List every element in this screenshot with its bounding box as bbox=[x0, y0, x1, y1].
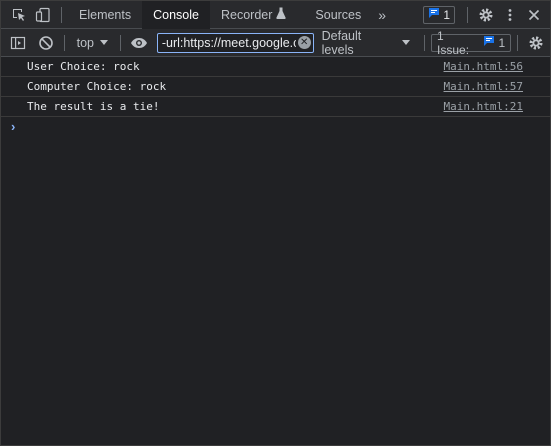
console-prompt[interactable]: › bbox=[11, 119, 15, 134]
chevron-down-icon bbox=[100, 40, 109, 45]
toolbar-divider bbox=[120, 34, 122, 51]
filter-input[interactable]: -url:https://meet.google.com ✕ bbox=[156, 32, 314, 53]
toolbar-divider bbox=[517, 34, 519, 51]
devtools-window: Elements Console Recorder Sources » 1 to… bbox=[0, 0, 551, 446]
tab-console-label: Console bbox=[153, 8, 199, 22]
devtools-tab-bar: Elements Console Recorder Sources » 1 bbox=[1, 0, 550, 30]
log-row: The result is a tie! Main.html:21 bbox=[1, 97, 550, 117]
context-label: top bbox=[76, 35, 95, 50]
flask-icon bbox=[276, 7, 287, 22]
log-source-link[interactable]: Main.html:21 bbox=[444, 100, 523, 113]
more-options-icon[interactable] bbox=[498, 1, 522, 29]
toolbar-divider bbox=[424, 34, 426, 51]
device-toolbar-icon[interactable] bbox=[31, 1, 55, 29]
toolbar-divider bbox=[61, 6, 62, 23]
tab-elements[interactable]: Elements bbox=[68, 1, 142, 29]
tab-recorder[interactable]: Recorder bbox=[210, 1, 297, 29]
tab-sources-label: Sources bbox=[315, 7, 362, 22]
message-icon bbox=[428, 7, 440, 22]
live-expression-eye-icon[interactable] bbox=[127, 29, 151, 57]
issues-button-label: 1 Issue: bbox=[437, 28, 470, 57]
log-row: Computer Choice: rock Main.html:57 bbox=[1, 77, 550, 97]
tab-elements-label: Elements bbox=[79, 7, 132, 22]
filter-input-value: -url:https://meet.google.com bbox=[161, 35, 296, 50]
clear-console-icon[interactable] bbox=[34, 29, 58, 57]
issues-badge-count: 1 bbox=[443, 7, 450, 22]
clear-filter-icon[interactable]: ✕ bbox=[297, 36, 311, 49]
console-log: User Choice: rock Main.html:56 Computer … bbox=[1, 57, 550, 117]
toolbar-divider bbox=[63, 34, 65, 51]
log-message: The result is a tie! bbox=[27, 100, 160, 113]
chevron-down-icon bbox=[402, 40, 411, 45]
issues-badge[interactable]: 1 bbox=[423, 5, 455, 24]
tab-recorder-label: Recorder bbox=[220, 7, 273, 22]
inspect-element-icon[interactable] bbox=[7, 1, 31, 29]
log-row: User Choice: rock Main.html:56 bbox=[1, 57, 550, 77]
context-selector[interactable]: top bbox=[71, 29, 114, 57]
more-tabs-button[interactable]: » bbox=[372, 1, 392, 29]
log-levels-dropdown[interactable]: Default levels bbox=[314, 29, 418, 57]
log-source-link[interactable]: Main.html:57 bbox=[444, 80, 523, 93]
message-icon bbox=[483, 35, 495, 50]
settings-gear-icon[interactable] bbox=[474, 1, 498, 29]
log-message: Computer Choice: rock bbox=[27, 80, 167, 93]
tab-console[interactable]: Console bbox=[142, 0, 210, 30]
tab-sources[interactable]: Sources bbox=[297, 1, 372, 29]
more-tabs-icon: » bbox=[378, 6, 387, 23]
log-source-link[interactable]: Main.html:56 bbox=[444, 60, 523, 73]
console-settings-gear-icon[interactable] bbox=[524, 29, 548, 57]
issues-button-count: 1 bbox=[498, 35, 506, 50]
close-icon[interactable] bbox=[522, 1, 546, 29]
issues-button[interactable]: 1 Issue: 1 bbox=[431, 29, 512, 57]
toolbar-divider bbox=[467, 6, 468, 23]
show-sidebar-icon[interactable] bbox=[6, 29, 30, 57]
log-message: User Choice: rock bbox=[27, 60, 140, 73]
console-toolbar: top -url:https://meet.google.com ✕ Defau… bbox=[1, 29, 550, 57]
log-levels-label: Default levels bbox=[321, 28, 362, 57]
